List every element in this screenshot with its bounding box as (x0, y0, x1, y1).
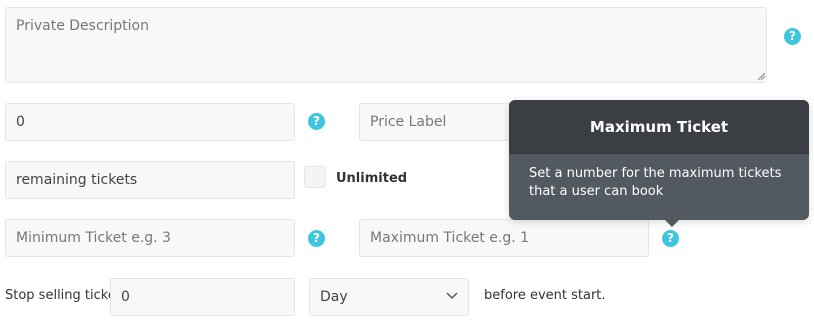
minimum-ticket-input[interactable] (5, 219, 295, 257)
maximum-ticket-tooltip: Maximum Ticket Set a number for the maxi… (509, 100, 809, 227)
unlimited-checkbox[interactable] (304, 166, 326, 188)
chevron-down-icon (446, 292, 458, 300)
minimum-ticket-help-icon[interactable]: ? (308, 230, 325, 247)
stop-selling-unit-value: Day (320, 289, 348, 305)
resize-grip-icon[interactable] (756, 71, 766, 81)
description-help-icon[interactable]: ? (784, 28, 801, 45)
price-input[interactable] (5, 103, 295, 141)
tooltip-arrow (664, 219, 680, 227)
maximum-ticket-input[interactable] (359, 219, 649, 257)
tooltip-title: Maximum Ticket (509, 100, 809, 154)
unlimited-label: Unlimited (336, 171, 408, 186)
stop-selling-label: Stop selling ticket (5, 288, 121, 303)
remaining-tickets-input[interactable] (5, 161, 295, 199)
private-description-textarea[interactable] (5, 7, 767, 83)
tooltip-text: Set a number for the maximum tickets tha… (509, 154, 809, 220)
price-help-icon[interactable]: ? (308, 113, 325, 130)
stop-selling-input[interactable] (110, 278, 295, 316)
stop-selling-suffix: before event start. (484, 288, 606, 303)
stop-selling-unit-select[interactable]: Day (309, 278, 469, 316)
maximum-ticket-help-icon[interactable]: ? (662, 230, 679, 247)
